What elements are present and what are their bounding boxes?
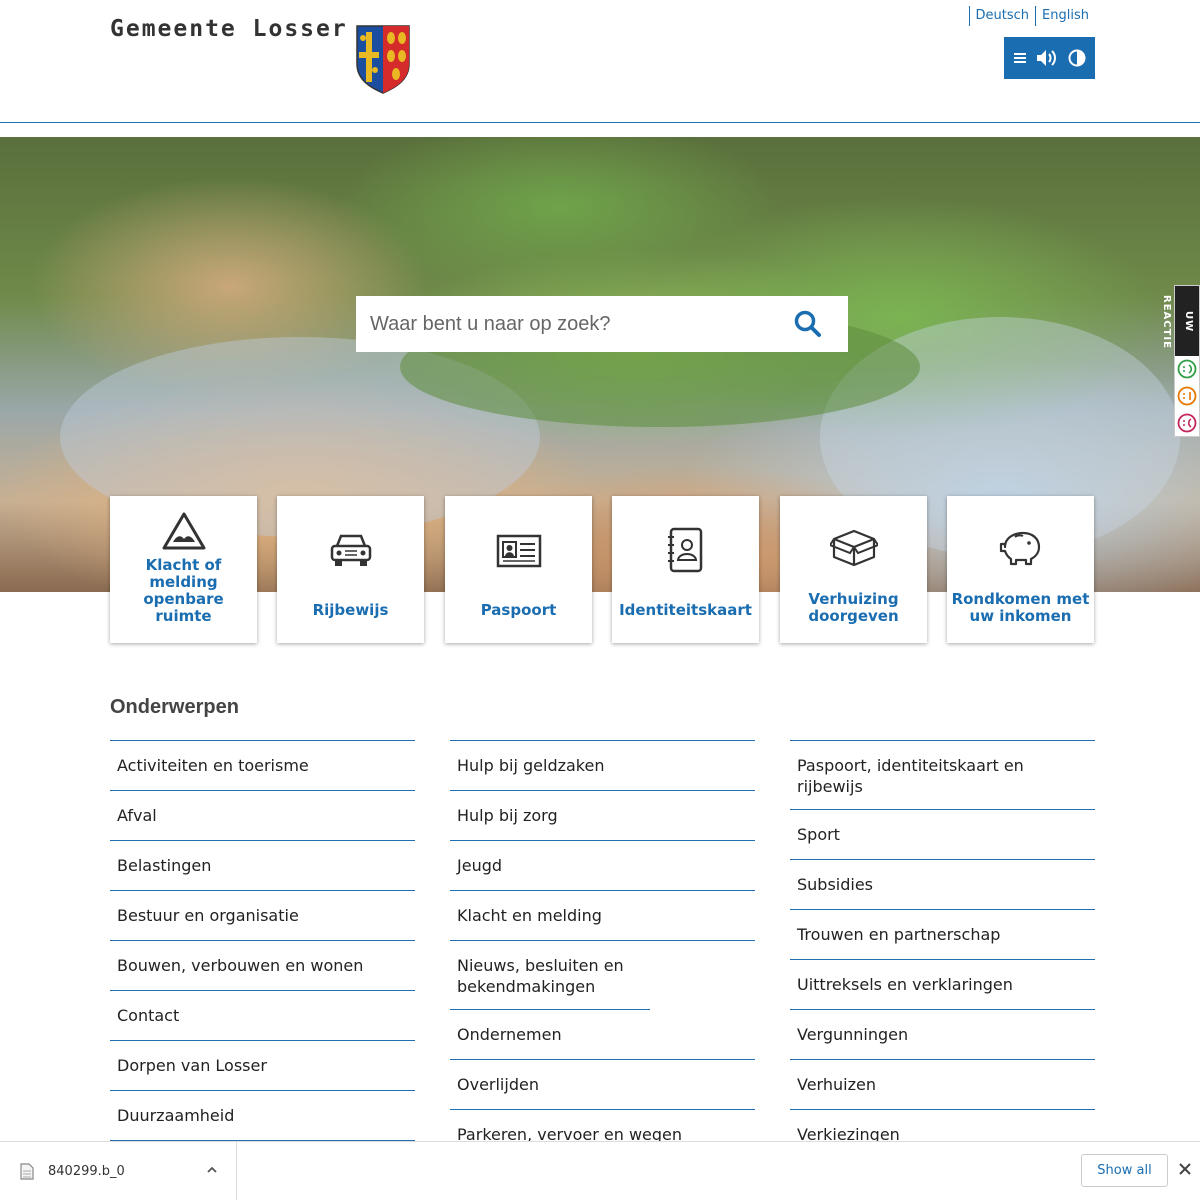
file-icon <box>20 1163 34 1180</box>
topic-link[interactable]: Trouwen en partnerschap <box>790 910 1095 960</box>
warning-triangle-icon <box>162 512 205 549</box>
site-brand[interactable]: Gemeente Losser <box>110 16 348 42</box>
download-item[interactable]: 840299.b_0 <box>0 1142 237 1200</box>
sad-face-icon[interactable] <box>1177 413 1197 433</box>
speaker-icon[interactable] <box>1036 49 1058 67</box>
topic-link[interactable]: Belastingen <box>110 841 415 891</box>
quick-links: Klacht of melding openbare ruimte Rijbew… <box>110 496 1095 643</box>
topic-link[interactable]: Overlijden <box>450 1060 755 1110</box>
topic-link[interactable]: Subsidies <box>790 860 1095 910</box>
piggy-bank-icon <box>999 531 1040 565</box>
search-icon <box>794 310 821 337</box>
language-link-english[interactable]: English <box>1035 6 1095 26</box>
language-link-deutsch[interactable]: Deutsch <box>968 6 1036 26</box>
address-book-icon <box>667 527 702 573</box>
topic-link[interactable]: Uittreksels en verklaringen <box>790 960 1095 1010</box>
topic-link[interactable]: Vergunningen <box>790 1010 1095 1060</box>
tile-rondkomen[interactable]: Rondkomen met uw inkomen <box>947 496 1094 643</box>
download-file-name: 840299.b_0 <box>48 1164 125 1179</box>
topics-column-1: Activiteiten en toerisme Afval Belasting… <box>110 740 415 1141</box>
topic-link[interactable]: Bouwen, verbouwen en wonen <box>110 941 415 991</box>
accessibility-toolbar <box>1004 37 1095 79</box>
feedback-faces <box>1175 356 1199 436</box>
tile-label: Identiteitskaart <box>619 601 752 619</box>
tile-label: Verhuizing doorgeven <box>808 590 899 625</box>
tile-label: Klacht of melding openbare ruimte <box>143 556 224 625</box>
show-all-button[interactable]: Show all <box>1081 1154 1168 1187</box>
car-icon <box>330 534 371 566</box>
site-header: Gemeente Losser Deutsch English <box>0 0 1200 123</box>
coat-of-arms-logo[interactable] <box>355 24 411 94</box>
contrast-icon[interactable] <box>1068 49 1086 67</box>
search-input[interactable] <box>356 296 768 352</box>
topic-link[interactable]: Verhuizen <box>790 1060 1095 1110</box>
search-button[interactable] <box>768 296 848 352</box>
topic-link[interactable]: Contact <box>110 991 415 1041</box>
happy-face-icon[interactable] <box>1177 359 1197 379</box>
feedback-tab[interactable]: UW REACTIE <box>1161 285 1200 437</box>
menu-icon[interactable] <box>1013 52 1026 64</box>
topic-link[interactable]: Hulp bij geldzaken <box>450 741 755 791</box>
topics-column-3: Paspoort, identiteitskaart en rijbewijs … <box>790 740 1095 1160</box>
topic-link[interactable]: Jeugd <box>450 841 755 891</box>
tile-paspoort[interactable]: Paspoort <box>445 496 592 643</box>
id-card-icon <box>496 534 541 568</box>
topic-link[interactable]: Paspoort, identiteitskaart en rijbewijs <box>790 741 1095 810</box>
topic-link[interactable]: Dorpen van Losser <box>110 1041 415 1091</box>
tile-label: Paspoort <box>480 601 557 619</box>
neutral-face-icon[interactable] <box>1177 386 1197 406</box>
topic-link[interactable]: Ondernemen <box>450 1010 755 1060</box>
topic-link[interactable]: Klacht en melding <box>450 891 755 941</box>
feedback-label: UW REACTIE <box>1161 295 1194 349</box>
search-bar <box>356 296 848 352</box>
tile-klacht-melding[interactable]: Klacht of melding openbare ruimte <box>110 496 257 643</box>
tile-verhuizing[interactable]: Verhuizing doorgeven <box>780 496 927 643</box>
chevron-up-icon[interactable] <box>206 1164 218 1176</box>
tile-rijbewijs[interactable]: Rijbewijs <box>277 496 424 643</box>
topic-link[interactable]: Nieuws, besluiten en bekendmakingen <box>450 941 650 1010</box>
topic-link[interactable]: Afval <box>110 791 415 841</box>
download-bar: 840299.b_0 Show all <box>0 1141 1200 1200</box>
moving-box-icon <box>829 529 878 566</box>
tile-label: Rondkomen met uw inkomen <box>951 590 1090 625</box>
tile-identiteitskaart[interactable]: Identiteitskaart <box>612 496 759 643</box>
tile-label: Rijbewijs <box>312 601 389 619</box>
topic-link[interactable]: Sport <box>790 810 1095 860</box>
language-switcher: Deutsch English <box>968 6 1095 26</box>
topics-heading: Onderwerpen <box>110 696 239 718</box>
close-icon[interactable] <box>1178 1162 1192 1176</box>
topic-link[interactable]: Hulp bij zorg <box>450 791 755 841</box>
topic-link[interactable]: Bestuur en organisatie <box>110 891 415 941</box>
topic-link[interactable]: Duurzaamheid <box>110 1091 415 1141</box>
topic-link[interactable]: Activiteiten en toerisme <box>110 741 415 791</box>
page: Gemeente Losser Deutsch English Waar ben… <box>0 0 1200 1200</box>
topics-column-2: Hulp bij geldzaken Hulp bij zorg Jeugd K… <box>450 740 755 1160</box>
